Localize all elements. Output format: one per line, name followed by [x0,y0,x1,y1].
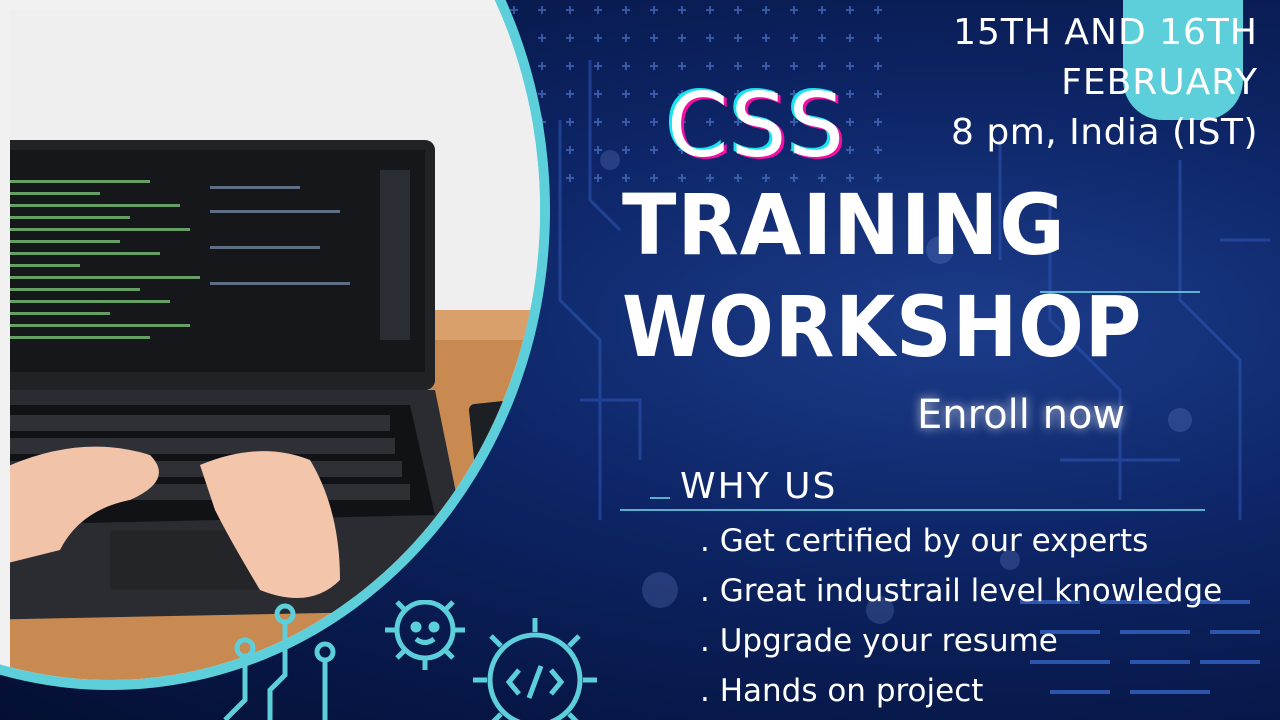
benefit-item: . Great industrail level knowledge [700,573,1223,609]
tech-icons [223,600,597,720]
poster: 15TH AND 16TH FEBRUARY 8 pm, India (IST)… [0,0,1280,720]
benefit-item: . Upgrade your resume [700,623,1058,659]
event-month: FEBRUARY [1061,62,1258,103]
benefit-item: . Hands on project [700,673,984,709]
enroll-now-link[interactable]: Enroll now [917,392,1125,438]
gear-face-icon [385,600,465,670]
benefit-item: . Get certified by our experts [700,523,1149,559]
gear-code-icon [473,618,597,720]
why-us-heading: WHY US [680,466,838,507]
benefits-list: . Get certified by our experts . Great i… [700,520,1222,720]
title-training: TRAINING [622,176,1066,274]
title-workshop: WORKSHOP [622,278,1143,376]
schedule: 15TH AND 16TH FEBRUARY 8 pm, India (IST) [951,8,1258,158]
event-time: 8 pm, India (IST) [951,112,1258,153]
title-css: CSS [667,74,847,177]
event-dates: 15TH AND 16TH [953,12,1258,53]
circuit-icon [223,603,336,720]
laptop-photo [0,0,550,690]
